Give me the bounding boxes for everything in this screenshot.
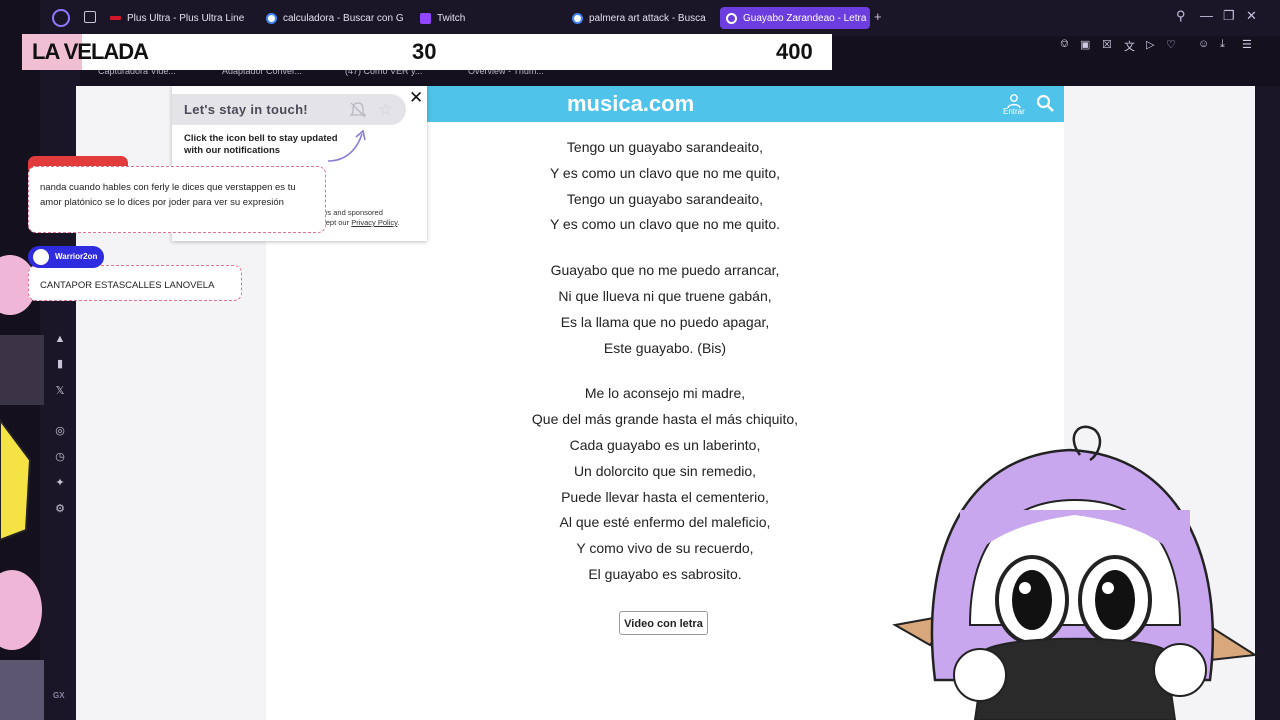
lyrics-line: Es la llama que no puedo apagar,	[560, 313, 770, 330]
lyrics-line: Me lo aconsejo mi madre,	[584, 385, 746, 402]
profile-icon[interactable]: ☺	[1198, 38, 1209, 50]
bell-icon[interactable]	[348, 100, 368, 120]
opera-logo-icon[interactable]	[52, 9, 70, 27]
sidebar-gx-label: GX	[53, 691, 65, 700]
aria-icon[interactable]: ▲	[53, 332, 67, 346]
settings-icon[interactable]: ⚙	[53, 502, 67, 516]
plus-ultra-favicon-icon	[110, 16, 121, 20]
velada-score-right: 400	[776, 39, 813, 64]
play-icon[interactable]: ▷	[1146, 38, 1154, 51]
lyrics-line: Tengo un guayabo sarandeaito,	[566, 139, 764, 155]
lyrics-line: Puede llevar hasta el cementerio,	[561, 488, 769, 505]
site-logo[interactable]: musica.com	[567, 91, 694, 117]
tab-label: Twitch	[437, 12, 466, 24]
history-icon[interactable]: ◷	[53, 450, 67, 464]
lyrics-stanza: Tengo un guayabo sarandeaito, Y es como …	[466, 135, 864, 238]
vtuber-avatar	[892, 425, 1258, 720]
popup-fine-print: ws and sponsored cept our Privacy Policy…	[322, 208, 426, 228]
popup-fine-line: cept our	[322, 218, 350, 227]
tab-twitch[interactable]: Twitch	[414, 7, 560, 29]
tab-calculadora[interactable]: calculadora - Buscar con G	[260, 7, 406, 29]
search-icon[interactable]	[1036, 94, 1054, 112]
curved-arrow-icon	[327, 129, 366, 162]
login-label[interactable]: Entrar	[1003, 107, 1025, 116]
maximize-icon[interactable]: ❐	[1223, 8, 1235, 24]
close-window-icon[interactable]: ✕	[1246, 8, 1257, 24]
tab-label: Plus Ultra - Plus Ultra Line	[127, 12, 245, 24]
chat-message-text: nanda cuando hables con ferly le dices q…	[40, 182, 296, 208]
close-popup-icon[interactable]: ✕	[409, 88, 423, 108]
tab-label: Guayabo Zarandeao - Letra	[743, 12, 867, 24]
shield-icon[interactable]: ☒	[1102, 38, 1112, 51]
tab-label: palmera art attack - Busca	[589, 12, 706, 24]
lyrics-line: Cada guayabo es un laberinto,	[569, 436, 761, 453]
lyrics-stanza: Guayabo que no me puedo arrancar, Ni que…	[466, 258, 864, 361]
tab-manager-icon[interactable]	[84, 11, 96, 23]
popup-message: Click the icon bell to stay updated with…	[184, 133, 338, 156]
lyrics-line: Este guayabo. (Bis)	[603, 339, 727, 356]
video-con-letra-button[interactable]: Video con letra	[619, 611, 708, 635]
velada-score-left: 30	[412, 39, 437, 64]
velada-title: LA VELADA	[32, 39, 149, 64]
download-icon[interactable]: ⤓	[1220, 38, 1225, 51]
lyrics-line: Y es como un clavo que no me quito,	[549, 164, 781, 181]
heart-icon[interactable]: ♡	[1166, 38, 1176, 51]
lyrics-line: Al que esté enfermo del maleficio,	[559, 514, 771, 531]
lyrics-line: Y como vivo de su recuerdo,	[576, 540, 754, 557]
stream-art-left	[0, 255, 44, 720]
lyrics-line: Guayabo que no me puedo arrancar,	[550, 262, 780, 279]
opera-sidebar	[40, 36, 80, 720]
lyrics-line: Que del más grande hasta el más chiquito…	[531, 411, 799, 428]
lyrics-line: Tengo un guayabo sarandeaito,	[566, 190, 764, 207]
musica-favicon-icon	[726, 12, 737, 24]
new-tab-plus-icon[interactable]: +	[874, 9, 882, 24]
song-lyrics: Tengo un guayabo sarandeaito, Y es como …	[466, 135, 864, 608]
tab-guayabo[interactable]: Guayabo Zarandeao - Letra	[720, 7, 870, 29]
pin-icon[interactable]: ⎊	[1060, 38, 1069, 51]
tab-palmera[interactable]: palmera art attack - Busca	[566, 7, 712, 29]
popup-fine-line: ws and sponsored	[322, 208, 383, 217]
snapshot-icon[interactable]: ▣	[1080, 38, 1090, 51]
tab-label: calculadora - Buscar con G	[283, 12, 404, 24]
chat-username: Warrior2on	[55, 252, 98, 261]
lyrics-line: Y es como un clavo que no me quito.	[549, 216, 781, 233]
tab-plus-ultra[interactable]: Plus Ultra - Plus Ultra Line	[104, 7, 250, 29]
extensions-icon[interactable]: ✦	[53, 476, 67, 490]
twitch-sidebar-icon[interactable]: ▮	[53, 357, 67, 371]
translate-icon[interactable]: 文	[1124, 38, 1135, 54]
twitch-favicon-icon	[420, 12, 431, 24]
search-tabs-icon[interactable]: ⚲	[1176, 8, 1186, 24]
lyrics-line: Un dolorcito que sin remedio,	[573, 462, 757, 479]
menu-icon[interactable]: ☰	[1242, 38, 1252, 51]
x-icon[interactable]: 𝕏	[53, 384, 67, 398]
lyrics-line: Ni que llueva ni que truene gabán,	[558, 287, 772, 304]
lyrics-line: El guayabo es sabrosito.	[588, 565, 742, 582]
privacy-policy-link[interactable]: Privacy Policy	[351, 218, 397, 227]
google-favicon-icon	[572, 12, 583, 24]
chat-message-text: CANTAPOR ESTASCALLES LANOVELA	[40, 280, 215, 291]
popup-title: Let's stay in touch!	[184, 102, 308, 117]
player-icon[interactable]: ◎	[53, 424, 67, 438]
lyrics-stanza: Me lo aconsejo mi madre, Que del más gra…	[466, 381, 864, 587]
minimize-icon[interactable]: —	[1200, 8, 1213, 23]
twitch-user-icon	[33, 249, 49, 265]
star-icon[interactable]: ☆	[378, 100, 393, 120]
google-favicon-icon	[266, 12, 277, 24]
